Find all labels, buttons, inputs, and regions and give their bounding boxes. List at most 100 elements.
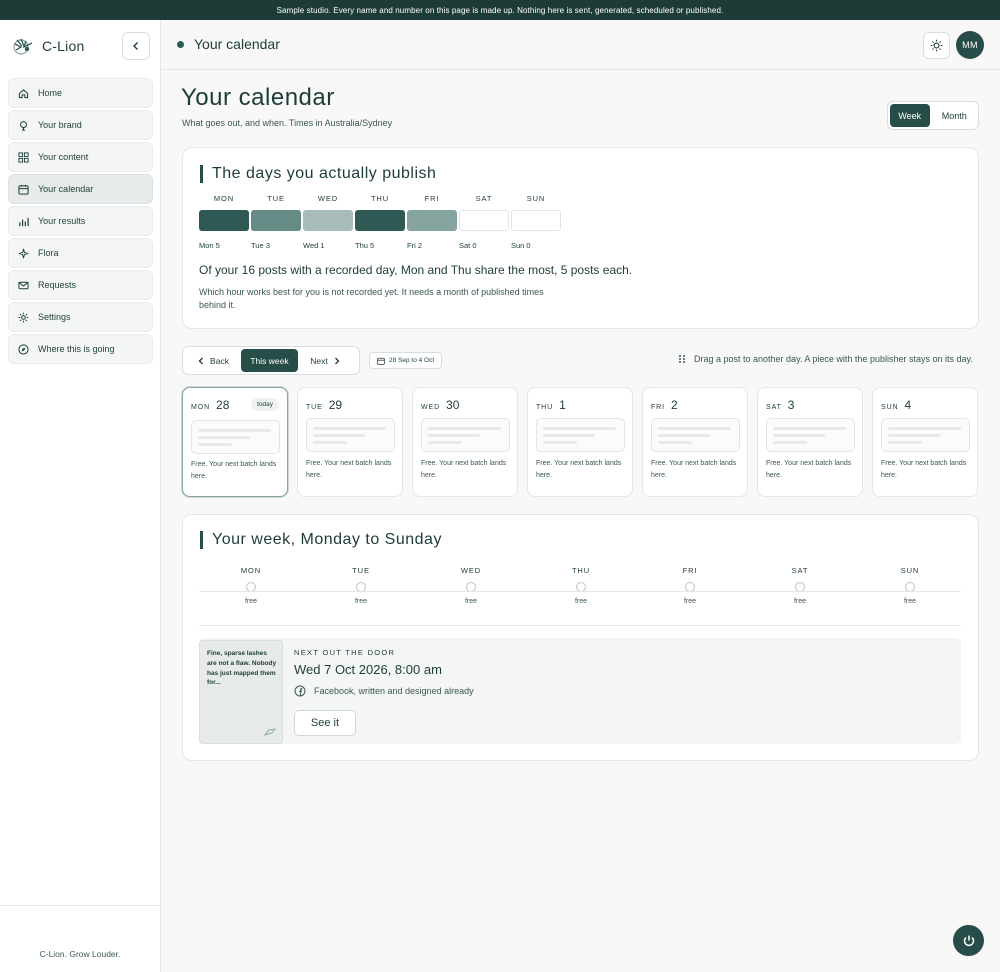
- theme-toggle-button[interactable]: [923, 32, 950, 59]
- week-day-status: free: [793, 598, 807, 605]
- day-card-date: 1: [559, 398, 566, 412]
- chevron-right-icon: [334, 357, 340, 364]
- day-card-weekday: WED: [421, 404, 441, 411]
- post-slot-placeholder[interactable]: [766, 418, 855, 452]
- day-card-weekday: SAT: [766, 404, 782, 411]
- post-slot-placeholder[interactable]: [191, 420, 280, 454]
- compass-icon: [17, 343, 29, 355]
- sidebar-item-requests[interactable]: Requests: [8, 270, 153, 300]
- week-day-label: MON: [240, 566, 262, 575]
- power-icon: [963, 935, 974, 946]
- sidebar-item-label: Your brand: [38, 120, 82, 130]
- placeholder-line: [888, 441, 922, 444]
- sidebar-item-label: Requests: [38, 280, 77, 290]
- sidebar-item-label: Your content: [38, 152, 89, 162]
- placeholder-line: [428, 441, 462, 444]
- placeholder-line: [428, 427, 501, 430]
- sidebar-item-content[interactable]: Your content: [8, 142, 153, 172]
- week-pager: Back This week Next: [182, 346, 360, 375]
- week-day-status: free: [354, 598, 368, 605]
- chevron-left-icon: [198, 357, 204, 364]
- heat-day-count: Sun 0: [511, 241, 531, 250]
- brand-logo[interactable]: C-Lion: [12, 35, 84, 57]
- day-card[interactable]: SAT 3 Free. Your next batch lands here.: [757, 387, 863, 497]
- next-post-panel: Fine, sparse lashes are not a flaw. Nobo…: [199, 638, 961, 744]
- sidebar-item-label: Flora: [38, 248, 59, 258]
- this-week-button[interactable]: This week: [241, 349, 298, 372]
- placeholder-line: [313, 434, 365, 437]
- placeholder-line: [543, 441, 577, 444]
- placeholder-line: [658, 441, 692, 444]
- week-view-button[interactable]: Week: [890, 104, 930, 127]
- post-slot-placeholder[interactable]: [651, 418, 740, 452]
- day-card-header: THU 1: [536, 398, 566, 412]
- heat-day-label: SAT: [475, 194, 493, 203]
- sidebar-item-calendar[interactable]: Your calendar: [8, 174, 153, 204]
- sidebar-item-roadmap[interactable]: Where this is going: [8, 334, 153, 364]
- placeholder-line: [198, 436, 250, 439]
- heat-day-cell: [251, 210, 301, 231]
- day-card[interactable]: THU 1 Free. Your next batch lands here.: [527, 387, 633, 497]
- calendar-icon: [17, 183, 29, 195]
- page-title: Your calendar: [181, 84, 335, 111]
- week-day-label: WED: [460, 566, 482, 575]
- day-card-date: 2: [670, 398, 678, 412]
- day-card-date: 29: [328, 398, 343, 412]
- week-day-status: free: [903, 598, 917, 605]
- brand-icon: [17, 119, 29, 131]
- placeholder-line: [543, 427, 616, 430]
- week-day-label: THU: [571, 566, 591, 575]
- sidebar-item-settings[interactable]: Settings: [8, 302, 153, 332]
- day-card-note: Free. Your next batch lands here.: [651, 460, 737, 479]
- post-slot-placeholder[interactable]: [306, 418, 395, 452]
- heat-day-count: Mon 5: [199, 241, 220, 250]
- see-post-button[interactable]: See it: [294, 710, 356, 736]
- day-card[interactable]: TUE 29 Free. Your next batch lands here.: [297, 387, 403, 497]
- publish-insight: Of your 16 posts with a recorded day, Mo…: [199, 263, 633, 277]
- day-card[interactable]: SUN 4 Free. Your next batch lands here.: [872, 387, 978, 497]
- sidebar-item-brand[interactable]: Your brand: [8, 110, 153, 140]
- day-card-note: Free. Your next batch lands here.: [766, 460, 852, 479]
- assistant-button[interactable]: [953, 925, 984, 956]
- sidebar-item-home[interactable]: Home: [8, 78, 153, 108]
- avatar[interactable]: MM: [956, 31, 984, 59]
- drag-hint-text: Drag a post to another day. A piece with…: [694, 354, 973, 364]
- post-thumbnail[interactable]: Fine, sparse lashes are not a flaw. Nobo…: [199, 640, 283, 744]
- heat-day-cell: [407, 210, 457, 231]
- post-slot-placeholder[interactable]: [881, 418, 970, 452]
- next-button[interactable]: Next: [298, 349, 353, 372]
- placeholder-line: [198, 429, 271, 432]
- next-post-date: Wed 7 Oct 2026, 8:00 am: [294, 662, 442, 677]
- chart-icon: [17, 215, 29, 227]
- date-range-chip: 28 Sep to 4 Oct: [369, 352, 443, 369]
- placeholder-line: [313, 441, 347, 444]
- day-card-header: TUE 29: [306, 398, 342, 412]
- day-card-weekday: THU: [536, 404, 554, 411]
- next-post-meta-text: Facebook, written and designed already: [314, 686, 474, 696]
- day-card-weekday: MON: [191, 404, 211, 411]
- day-card-date: 30: [446, 398, 460, 412]
- day-card[interactable]: FRI 2 Free. Your next batch lands here.: [642, 387, 748, 497]
- sidebar-item-results[interactable]: Your results: [8, 206, 153, 236]
- day-card-header: FRI 2: [651, 398, 678, 412]
- day-card[interactable]: WED 30 Free. Your next batch lands here.: [412, 387, 518, 497]
- sidebar-footer: C-Lion. Grow Louder.: [0, 905, 160, 972]
- back-button[interactable]: Back: [185, 349, 241, 372]
- heat-day-label: MON: [213, 194, 235, 203]
- week-day-status: free: [574, 598, 588, 605]
- collapse-sidebar-button[interactable]: [122, 32, 150, 60]
- post-slot-placeholder[interactable]: [536, 418, 625, 452]
- heat-day-count: Fri 2: [407, 241, 422, 250]
- heat-day-count: Thu 5: [355, 241, 375, 250]
- post-slot-placeholder[interactable]: [421, 418, 510, 452]
- calendar-icon: [377, 357, 385, 365]
- day-card[interactable]: MON 28 today Free. Your next batch lands he…: [182, 387, 288, 497]
- day-card-header: SAT 3: [766, 398, 794, 412]
- week-divider: [199, 625, 961, 626]
- month-view-button[interactable]: Month: [933, 104, 976, 127]
- heat-day-label: THU: [370, 194, 390, 203]
- next-post-meta: Facebook, written and designed already: [294, 685, 474, 697]
- sidebar-item-flora[interactable]: Flora: [8, 238, 153, 268]
- home-icon: [17, 87, 29, 99]
- grid-icon: [17, 151, 29, 163]
